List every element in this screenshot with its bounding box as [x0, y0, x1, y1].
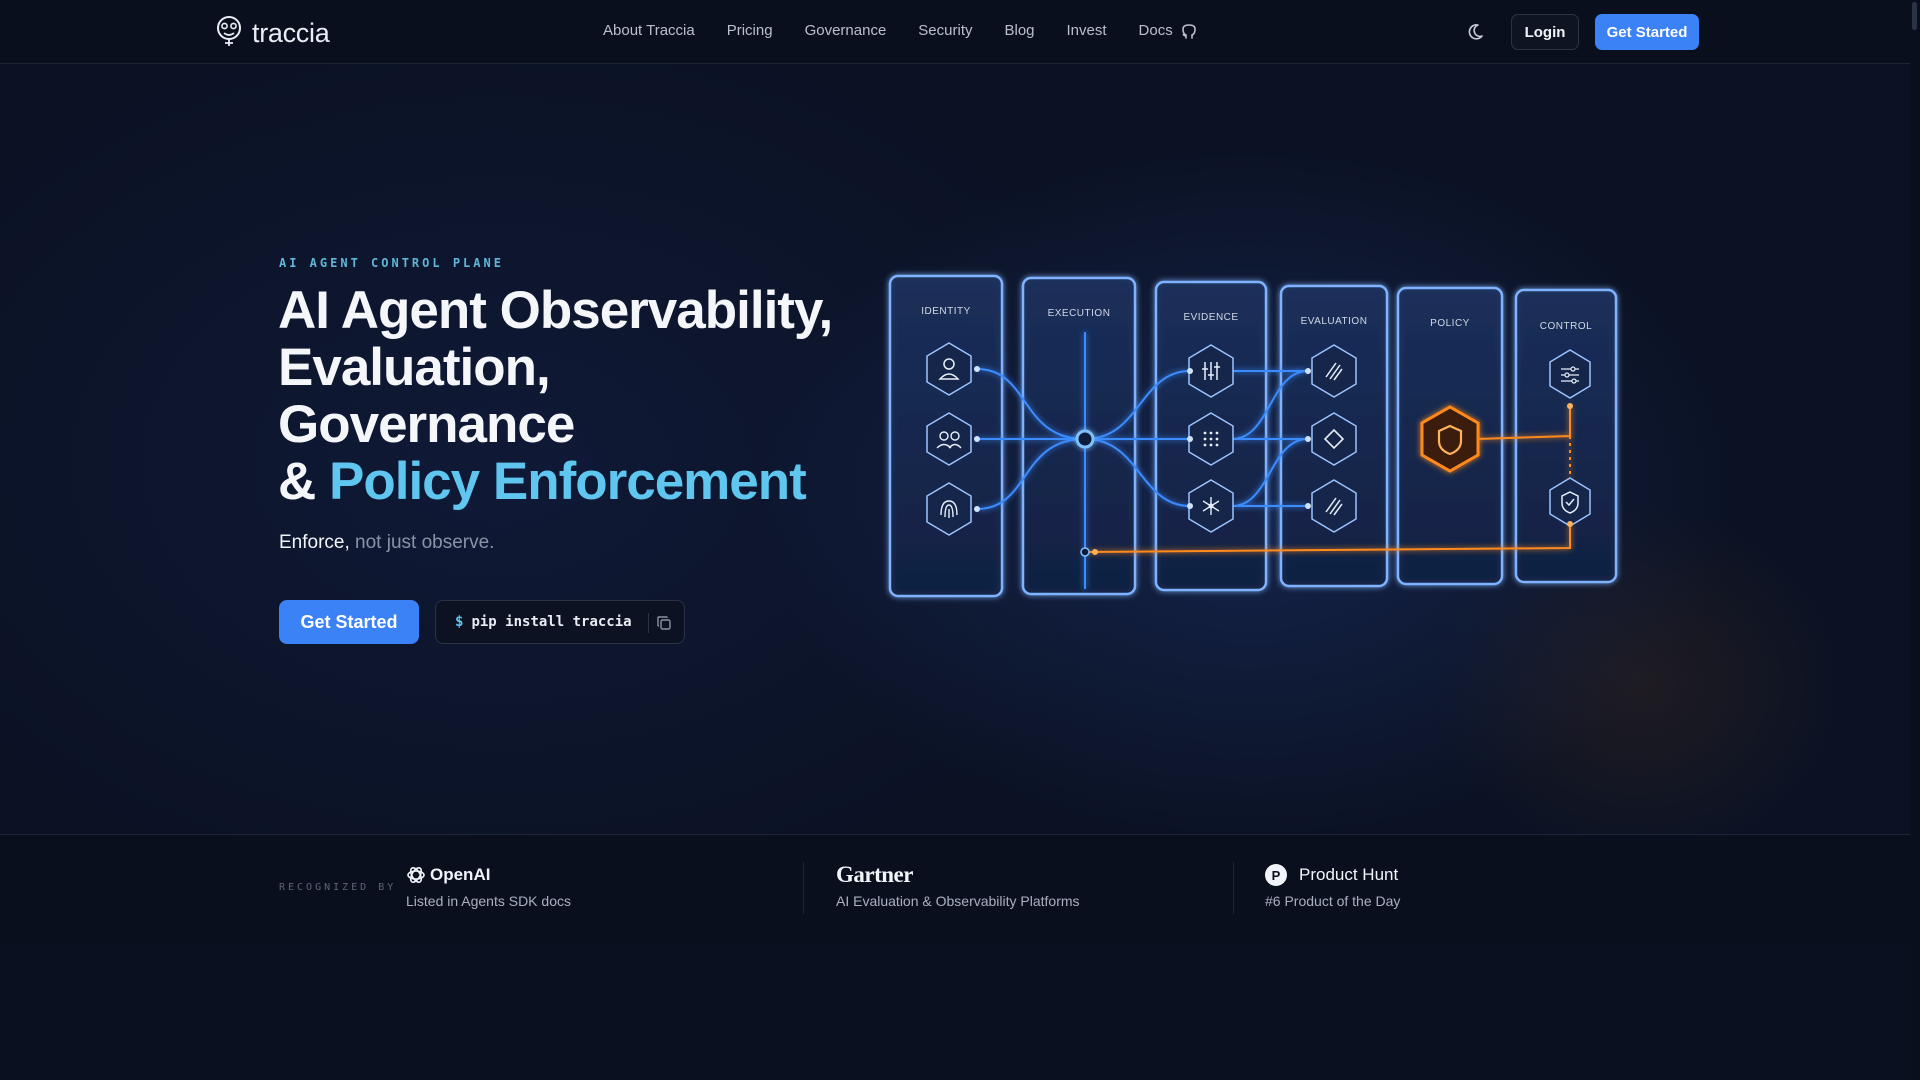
- nav-link-invest[interactable]: Invest: [1067, 22, 1107, 39]
- nav-get-started-button[interactable]: Get Started: [1595, 14, 1699, 50]
- openai-desc: Listed in Agents SDK docs: [406, 893, 571, 909]
- producthunt-desc: #6 Product of the Day: [1265, 893, 1401, 909]
- recognition-openai[interactable]: OpenAI Listed in Agents SDK docs: [406, 863, 571, 909]
- producthunt-logo: P Product Hunt: [1265, 863, 1400, 887]
- panel-label-identity: IDENTITY: [921, 306, 971, 317]
- nav-link-about[interactable]: About Traccia: [603, 22, 695, 39]
- gartner-name: Gartner: [836, 862, 913, 887]
- gartner-logo: Gartner: [836, 862, 1080, 887]
- nav-link-governance[interactable]: Governance: [805, 22, 887, 39]
- scrollbar-thumb[interactable]: [1912, 2, 1917, 30]
- scrollbar[interactable]: [1910, 0, 1920, 1080]
- moon-icon[interactable]: [1466, 20, 1490, 44]
- headline-accent: Policy Enforcement: [329, 452, 807, 511]
- nav-links: About Traccia Pricing Governance Securit…: [603, 22, 1205, 39]
- traccia-logo-icon: [212, 14, 246, 53]
- nav-link-pricing[interactable]: Pricing: [727, 22, 773, 39]
- logo[interactable]: traccia: [212, 14, 330, 53]
- openai-icon: [407, 866, 425, 884]
- recognition-divider: [803, 862, 804, 914]
- openai-name: OpenAI: [430, 865, 491, 884]
- headline-line-2: Evaluation,: [278, 338, 551, 397]
- copy-icon[interactable]: [655, 614, 673, 632]
- subline-rest: not just observe.: [349, 532, 495, 553]
- github-icon[interactable]: [1180, 21, 1198, 46]
- panel-label-control: CONTROL: [1540, 321, 1592, 332]
- nav-link-security[interactable]: Security: [918, 22, 972, 39]
- headline-line-1: AI Agent Observability,: [278, 281, 833, 340]
- hero-subline: Enforce, not just observe.: [279, 532, 494, 554]
- pip-divider: [648, 613, 649, 633]
- headline-amp: &: [278, 452, 329, 511]
- recognized-label: RECOGNIZED BY: [279, 882, 397, 893]
- top-nav: traccia About Traccia Pricing Governance…: [0, 0, 1920, 64]
- panel-label-policy: POLICY: [1430, 318, 1470, 329]
- hero-headline: AI Agent Observability, Evaluation, Gove…: [278, 281, 833, 510]
- pip-prompt: $: [455, 614, 464, 630]
- lower-section: [0, 944, 1910, 1080]
- recognition-divider: [1233, 862, 1234, 914]
- panel-label-evidence: EVIDENCE: [1183, 312, 1238, 323]
- nav-link-blog[interactable]: Blog: [1004, 22, 1034, 39]
- logo-text: traccia: [252, 18, 330, 48]
- execution-bottom-node: [1080, 547, 1090, 557]
- gartner-desc: AI Evaluation & Observability Platforms: [836, 893, 1080, 909]
- hero-get-started-button[interactable]: Get Started: [279, 600, 419, 644]
- producthunt-name: Product Hunt: [1299, 865, 1399, 884]
- pip-command: pip install traccia: [471, 614, 632, 630]
- recognition-gartner[interactable]: Gartner AI Evaluation & Observability Pl…: [836, 862, 1080, 909]
- panel-label-evaluation: EVALUATION: [1301, 316, 1368, 327]
- openai-logo: OpenAI: [406, 863, 571, 887]
- shield-icon: [1420, 405, 1480, 473]
- login-button[interactable]: Login: [1511, 14, 1579, 50]
- pip-install-box[interactable]: $ pip install traccia: [435, 600, 685, 644]
- hero-eyebrow: AI AGENT CONTROL PLANE: [279, 256, 504, 270]
- nav-link-docs[interactable]: Docs: [1139, 22, 1173, 39]
- execution-hub-node: [1075, 429, 1095, 449]
- subline-strong: Enforce,: [279, 532, 350, 553]
- control-plane-diagram: IDENTITY EXECUTION EVIDENCE EVALUATION P…: [880, 264, 1630, 614]
- recognition-producthunt[interactable]: P Product Hunt #6 Product of the Day: [1265, 863, 1400, 909]
- headline-line-4: & Policy Enforcement: [278, 453, 832, 510]
- panel-label-execution: EXECUTION: [1048, 308, 1111, 319]
- headline-line-3: Governance: [278, 395, 575, 454]
- producthunt-icon: P: [1265, 864, 1287, 886]
